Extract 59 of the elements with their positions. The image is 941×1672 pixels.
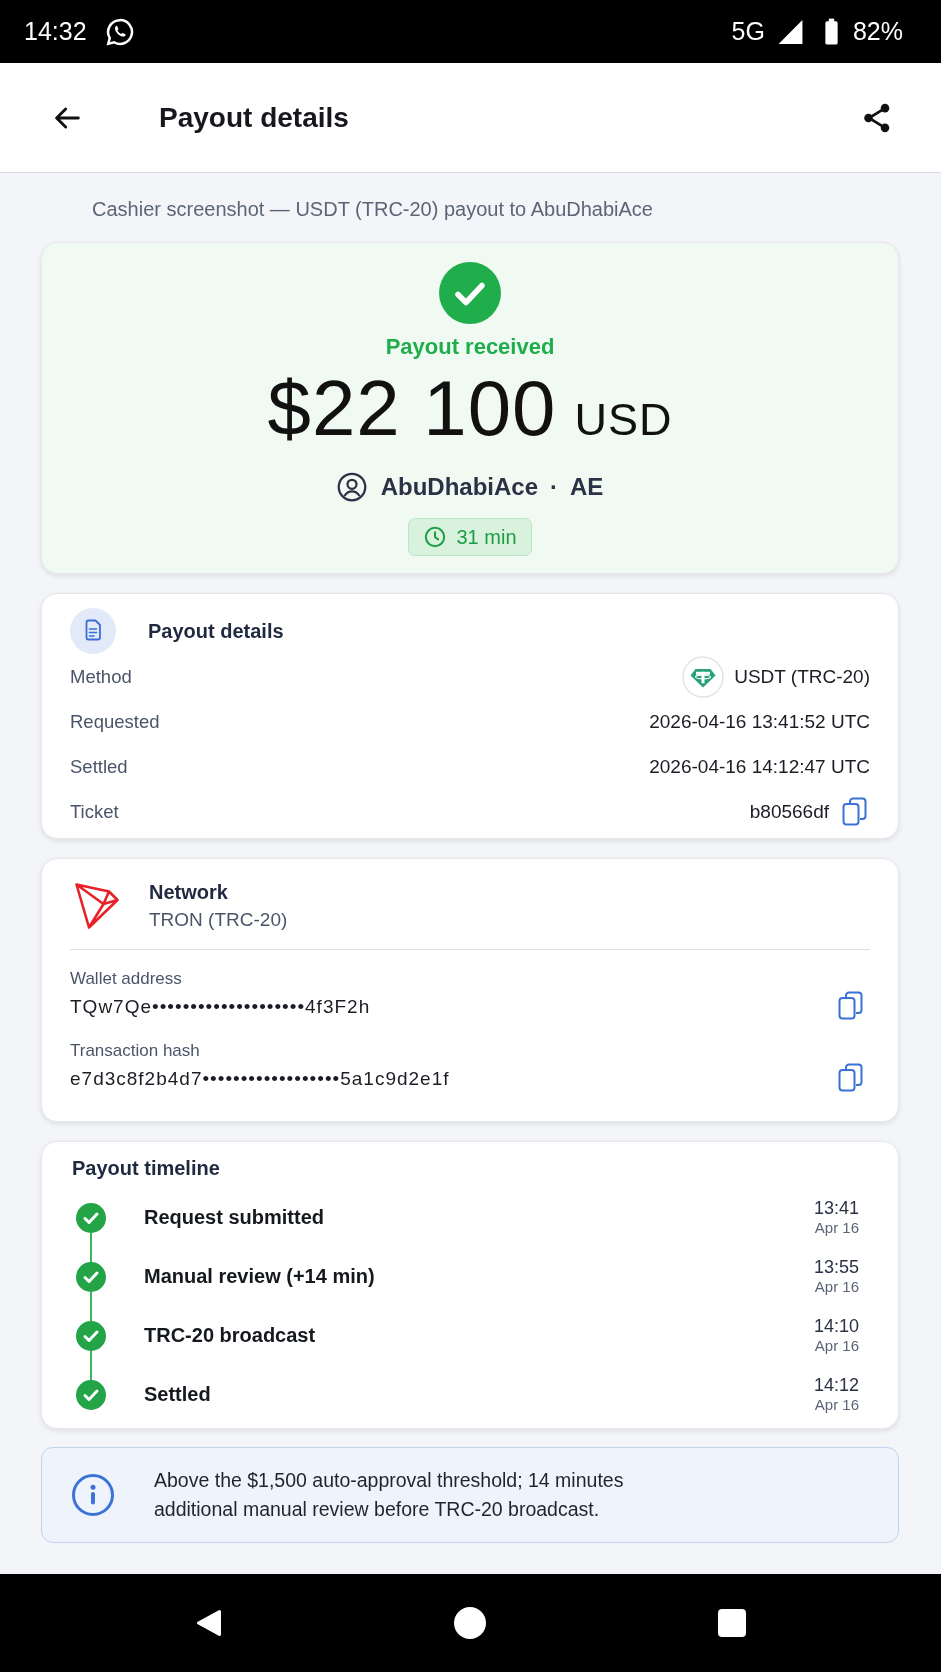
- step-date: Apr 16: [813, 1396, 859, 1414]
- copy-icon[interactable]: [838, 991, 863, 1020]
- chat-bubble-icon: [104, 16, 135, 47]
- step-label: Manual review (+14 min): [144, 1265, 376, 1288]
- separator: ·: [550, 473, 558, 501]
- row-value: b80566df: [749, 800, 829, 823]
- currency-text: USD: [574, 393, 673, 447]
- step-time: 14:10: [813, 1316, 859, 1337]
- row-value: 2026-04-16 14:12:47 UTC: [649, 755, 870, 778]
- battery-icon: [823, 18, 839, 45]
- username-text: AbuDhabiAce: [380, 473, 538, 501]
- country-code: AE: [570, 473, 604, 501]
- caption-text: Cashier screenshot — USDT (TRC-20) payout to AbuDhabiAce: [92, 197, 654, 222]
- row-label: Ticket: [70, 800, 119, 823]
- token-icon: [682, 655, 725, 698]
- field-label: Transaction hash: [70, 1040, 201, 1062]
- network-type: 5G: [731, 17, 765, 46]
- user-icon: [336, 472, 367, 502]
- timeline-connector: [90, 1232, 92, 1262]
- row-value: USDT (TRC-20): [734, 665, 870, 688]
- step-date: Apr 16: [813, 1219, 859, 1237]
- row-label: Settled: [70, 755, 128, 778]
- copy-icon[interactable]: [838, 1063, 863, 1092]
- duration-text: 31 min: [456, 525, 517, 549]
- triangle-logo-icon: [74, 882, 120, 930]
- timeline-connector: [90, 1350, 92, 1380]
- document-icon: [70, 608, 116, 654]
- network-name: TRON (TRC-20): [149, 908, 288, 932]
- step-label: TRC-20 broadcast: [144, 1324, 317, 1347]
- network-title: Network: [149, 880, 229, 905]
- check-circle-icon: [439, 262, 501, 324]
- signal-icon: [776, 18, 804, 45]
- row-value: 2026-04-16 13:41:52 UTC: [649, 710, 870, 733]
- payout-status: Payout received: [385, 333, 555, 361]
- field-label: Wallet address: [70, 968, 183, 990]
- notice-text: Above the $1,500 auto-approval threshold; 14 minutes additional manual review before TRC-20 broadcast.: [154, 1468, 625, 1522]
- step-label: Request submitted: [144, 1206, 326, 1229]
- step-date: Apr 16: [813, 1278, 859, 1296]
- row-label: Requested: [70, 710, 160, 733]
- step-date: Apr 16: [813, 1337, 859, 1355]
- card-title: Payout details: [148, 619, 284, 643]
- clock-icon: [424, 526, 447, 548]
- copy-icon[interactable]: [842, 797, 867, 826]
- nav-back-icon[interactable]: [195, 1608, 222, 1638]
- step-time: 13:41: [813, 1198, 859, 1219]
- timeline-title: Payout timeline: [72, 1156, 221, 1181]
- field-value: e7d3c8f2b4d7••••••••••••••••••5a1c9d2e1f: [70, 1067, 450, 1091]
- step-label: Settled: [144, 1383, 212, 1406]
- row-label: Method: [70, 665, 132, 688]
- field-value: TQw7Qe••••••••••••••••••••4f3F2h: [70, 995, 371, 1019]
- amount-text: $22 100: [267, 365, 557, 451]
- info-icon: [71, 1473, 115, 1517]
- status-time: 14:32: [24, 17, 87, 46]
- timeline-connector: [90, 1291, 92, 1321]
- step-time: 13:55: [813, 1257, 859, 1278]
- home-icon[interactable]: [454, 1607, 486, 1639]
- step-time: 14:12: [813, 1375, 859, 1396]
- battery-percent: 82%: [852, 17, 903, 46]
- screen-title: Payout details: [159, 101, 349, 134]
